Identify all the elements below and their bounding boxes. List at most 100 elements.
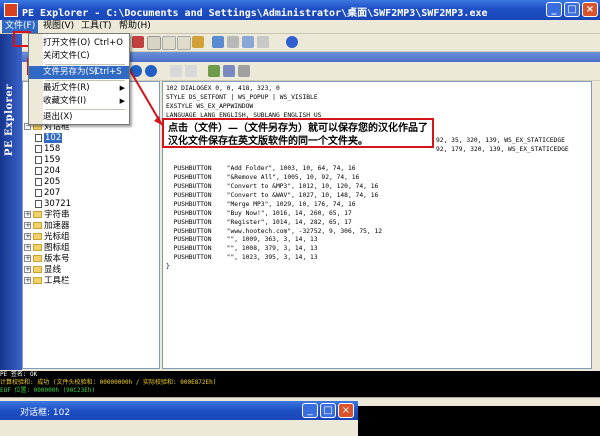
stop-icon[interactable] [185, 65, 197, 77]
tree-group[interactable]: + 光标组 [24, 232, 70, 243]
toolbar-open-icon[interactable] [132, 36, 144, 48]
menu-separator [45, 64, 125, 65]
menu-item-shortcut: Ctrl+O [94, 38, 123, 48]
file-menu-dropdown: 打开文件(O) Ctrl+O 关闭文件(C) 文件另存为(S) Ctrl+S 最近文… [28, 33, 130, 125]
menu-tools[interactable]: 工具(T) [78, 20, 115, 33]
maximize-button[interactable]: □ [564, 2, 580, 17]
dialog-close-button[interactable]: × [338, 403, 354, 418]
tree-node-label: 158 [44, 144, 61, 154]
menu-item-favorites[interactable]: 收藏文件(I) ▶ [29, 95, 129, 108]
toolbar-resources-icon[interactable] [192, 36, 204, 48]
save-resource-icon[interactable] [223, 65, 235, 77]
tree-group[interactable]: + 版本号 [24, 254, 70, 265]
dialog-icon [35, 144, 42, 153]
export-resource-icon[interactable] [238, 65, 250, 77]
menu-item-label: 退出(X) [43, 112, 73, 122]
app-icon [4, 3, 18, 17]
tree-node-label: 205 [44, 177, 61, 187]
tree-group[interactable]: + 图标组 [24, 243, 70, 254]
tree-node-dialog[interactable]: 30721 [35, 199, 71, 210]
folder-icon [33, 233, 42, 240]
folder-icon [33, 222, 42, 229]
toolbar-paste-icon[interactable] [177, 36, 191, 50]
dialog-minimize-button[interactable]: _ [302, 403, 318, 418]
forward-icon[interactable] [145, 65, 157, 77]
dialog-icon [35, 155, 42, 164]
tree-node-dialog[interactable]: 207 [35, 188, 60, 199]
expand-icon[interactable]: + [24, 222, 31, 229]
menu-item-shortcut: Ctrl+S [94, 67, 122, 77]
menu-item-label: 关闭文件(C) [43, 51, 90, 61]
window-titlebar: PE Explorer - C:\Documents and Settings\… [0, 0, 600, 20]
dialog-icon [35, 177, 42, 186]
dialog-icon [35, 133, 42, 142]
resource-script-text: 102 DIALOGEX 0, 0, 418, 323, 0 STYLE DS_… [166, 85, 383, 271]
close-button[interactable]: × [582, 2, 598, 17]
tree-group[interactable]: + 加速器 [24, 221, 70, 232]
menu-file[interactable]: 文件(F) [2, 20, 39, 33]
tree-group-label: 光标组 [44, 232, 70, 242]
tree-node-label: 102 [44, 133, 63, 143]
menu-item-save-as[interactable]: 文件另存为(S) Ctrl+S [29, 66, 129, 79]
menubar: 文件(F) 视图(V) 工具(T) 帮助(H) [0, 20, 600, 50]
dialog-titlebar: 对话框: 102 _ □ × [0, 401, 358, 420]
window-title: PE Explorer - C:\Documents and Settings\… [22, 8, 488, 19]
tree-node-dialog[interactable]: 102 [35, 133, 63, 144]
tree-group[interactable]: + 显线 [24, 265, 61, 276]
toolbar-disasm-icon[interactable] [212, 36, 224, 48]
sidebar-panel: PE Explorer [0, 34, 22, 370]
tree-group[interactable]: + 工具栏 [24, 276, 70, 287]
folder-icon [33, 211, 42, 218]
tree-node-dialog[interactable]: 205 [35, 177, 60, 188]
menu-item-exit[interactable]: 退出(X) [29, 111, 129, 124]
menu-item-close[interactable]: 关闭文件(C) [29, 50, 129, 63]
tree-node-dialog[interactable]: 204 [35, 166, 60, 177]
menu-item-open[interactable]: 打开文件(O) Ctrl+O [29, 37, 129, 50]
folder-icon [33, 266, 42, 273]
script-line-fragment: 92, 35, 320, 139, WS_EX_STATICEDGE [436, 137, 565, 144]
annotation-callout: 点击（文件）—（文件另存为）就可以保存您的汉化作品了汉化文件保存在英文版软件的同… [162, 118, 434, 148]
submenu-arrow-icon: ▶ [119, 84, 125, 92]
toolbar-save-icon[interactable] [147, 36, 161, 50]
output-log: PE 签名: OK 计算校验和: 成功 (文件头校验和: 00000000h /… [0, 371, 600, 397]
expand-icon[interactable]: + [24, 211, 31, 218]
edit-resource-icon[interactable] [208, 65, 220, 77]
back-icon[interactable] [130, 65, 142, 77]
tree-group-label: 图标组 [44, 243, 70, 253]
expand-icon[interactable]: + [24, 255, 31, 262]
tree-group[interactable]: + 字符串 [24, 210, 70, 221]
tree-node-dialog[interactable]: 159 [35, 155, 60, 166]
toolbar-copy-icon[interactable] [162, 36, 176, 50]
tree-group-label: 版本号 [44, 254, 70, 264]
folder-icon [33, 255, 42, 262]
menu-item-label: 文件另存为(S) [43, 67, 98, 77]
dialog-icon [35, 166, 42, 175]
menu-item-label: 最近文件(R) [43, 83, 90, 93]
expand-icon[interactable]: + [24, 266, 31, 273]
folder-icon [33, 277, 42, 284]
toolbar-sections-icon[interactable] [242, 36, 254, 48]
menu-item-recent[interactable]: 最近文件(R) ▶ [29, 82, 129, 95]
tree-node-dialog[interactable]: 158 [35, 144, 60, 155]
dialog-maximize-button[interactable]: □ [320, 403, 336, 418]
run-icon[interactable] [170, 65, 182, 77]
menu-separator [45, 80, 125, 81]
log-line: PE 签名: OK [0, 371, 38, 378]
expand-icon[interactable]: + [24, 244, 31, 251]
tree-node-label: 159 [44, 155, 61, 165]
tree-node-label: 204 [44, 166, 61, 176]
minimize-button[interactable]: _ [546, 2, 562, 17]
menu-help[interactable]: 帮助(H) [116, 20, 154, 33]
script-line-fragment: 92, 179, 320, 139, WS_EX_STATICEDGE [436, 146, 569, 153]
menu-view[interactable]: 视图(V) [40, 20, 77, 33]
log-line: 计算校验和: 成功 (文件头校验和: 00000000h / 实际校验和: 00… [0, 379, 217, 386]
toolbar-dependency-icon[interactable] [227, 36, 239, 48]
expand-icon[interactable]: + [24, 233, 31, 240]
dialog-title: 对话框: 102 [20, 408, 71, 418]
toolbar-help-icon[interactable] [286, 36, 298, 48]
toolbar-imports-icon[interactable] [257, 36, 269, 48]
bottom-strip [0, 420, 358, 436]
expand-icon[interactable]: + [24, 277, 31, 284]
dialog-icon [35, 188, 42, 197]
dialog-icon [35, 199, 42, 208]
